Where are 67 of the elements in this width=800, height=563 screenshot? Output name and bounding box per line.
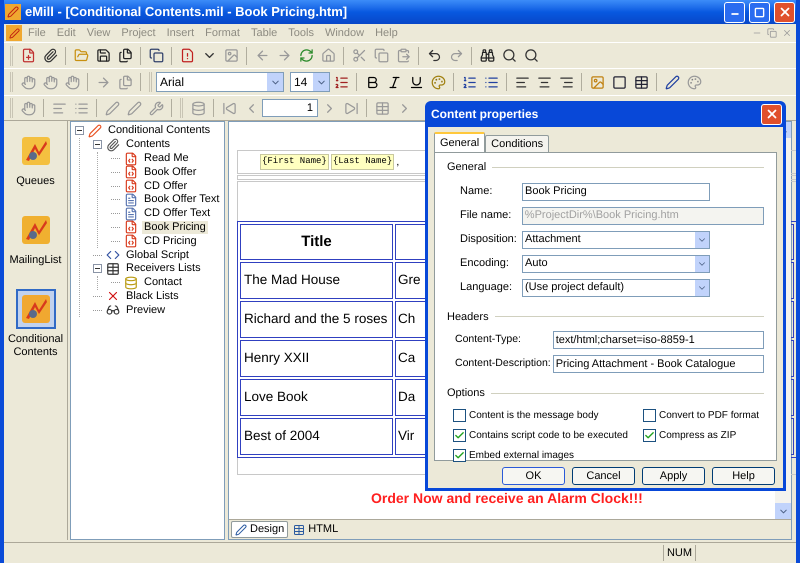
dialog-button[interactable]: Cancel bbox=[572, 467, 635, 485]
window-title: eMill - [Conditional Contents.mil - Book Pricing.htm] bbox=[25, 3, 348, 22]
checkbox-label: Contains script code to be executed bbox=[469, 428, 628, 442]
tree-item[interactable]: Book Offer bbox=[142, 166, 198, 179]
table-cell-text: Ca bbox=[398, 349, 416, 368]
table-header: Title bbox=[240, 224, 393, 260]
input-field[interactable]: Book Pricing bbox=[522, 182, 710, 200]
tree-item[interactable]: CD Pricing bbox=[142, 234, 199, 248]
merge-field[interactable]: {Last Name} bbox=[330, 154, 394, 170]
merge-field[interactable]: {First Name} bbox=[260, 154, 329, 170]
select-field[interactable]: Auto bbox=[522, 254, 710, 272]
select-field[interactable]: (Use project default) bbox=[522, 278, 710, 296]
tree-item[interactable]: Preview bbox=[124, 304, 168, 317]
checkbox-label: Content is the message body bbox=[469, 408, 599, 422]
dialog-tab[interactable]: General bbox=[434, 132, 486, 152]
checkbox-label: Convert to PDF format bbox=[659, 408, 760, 422]
promo-text: Order Now and receive an Alarm Clock!!! bbox=[371, 489, 644, 508]
tree-item[interactable]: Contact bbox=[142, 276, 184, 290]
dialog-title: Content properties bbox=[431, 106, 540, 123]
field-label: Disposition: bbox=[460, 232, 518, 248]
field-label: Language: bbox=[460, 280, 513, 296]
status-indicator: NUM bbox=[662, 544, 696, 562]
tree-item[interactable]: Book Pricing bbox=[142, 220, 208, 234]
dialog-button[interactable]: Apply bbox=[642, 467, 705, 485]
page-field[interactable]: 1 bbox=[262, 99, 318, 117]
shortcut-item[interactable]: Queues bbox=[6, 131, 66, 188]
section-heading: Options bbox=[447, 386, 485, 401]
dialog-button[interactable]: Help bbox=[712, 467, 775, 485]
checkbox-label: Embed external images bbox=[469, 448, 574, 462]
table-cell-text: Ch bbox=[398, 310, 416, 328]
view-tab[interactable]: HTML bbox=[290, 521, 342, 538]
shortcut-item[interactable]: MailingList bbox=[6, 210, 66, 267]
view-tab[interactable]: Design bbox=[231, 521, 288, 538]
field-label: Content-Description: bbox=[455, 356, 552, 372]
field-label: File name: bbox=[460, 208, 512, 224]
section-heading: Headers bbox=[447, 310, 489, 324]
table-cell: Love Book bbox=[240, 379, 393, 416]
size-select[interactable]: 14 bbox=[290, 72, 330, 92]
table-cell: Best of 2004 bbox=[240, 418, 393, 455]
table-cell: Henry XXII bbox=[240, 340, 393, 377]
table-cell-text: Da bbox=[398, 388, 416, 406]
table-cell: Richard and the 5 roses bbox=[240, 301, 393, 338]
font-select[interactable]: Arial bbox=[156, 72, 284, 92]
shortcut-item[interactable]: Conditional Contents bbox=[6, 289, 66, 359]
field-label: Name: bbox=[460, 184, 494, 200]
tree-item[interactable]: Receivers Lists bbox=[124, 262, 203, 276]
tree-item[interactable]: CD Offer Text bbox=[142, 207, 212, 220]
field-label: Content-Type: bbox=[455, 332, 522, 348]
section-heading: General bbox=[447, 160, 486, 175]
tree-item[interactable]: Contents bbox=[124, 138, 172, 152]
tree-item[interactable]: Book Offer Text bbox=[142, 193, 222, 206]
tree-item[interactable]: CD Offer bbox=[142, 180, 190, 193]
dialog-tab[interactable]: Conditions bbox=[485, 135, 550, 152]
select-field[interactable]: Attachment bbox=[522, 230, 710, 248]
checkbox-label: Compress as ZIP bbox=[659, 428, 736, 442]
table-cell-text: Vir bbox=[398, 427, 414, 446]
separator-text: , bbox=[396, 154, 400, 170]
tree-item[interactable]: Conditional Contents bbox=[106, 124, 212, 138]
table-cell-text: Gre bbox=[398, 271, 421, 290]
input-field[interactable]: Pricing Attachment - Book Catalogue bbox=[552, 355, 764, 373]
table-cell: The Mad House bbox=[240, 262, 393, 299]
tree-item[interactable]: Black Lists bbox=[124, 290, 181, 303]
input-field[interactable]: text/html;charset=iso-8859-1 bbox=[552, 331, 764, 349]
field-label: Encoding: bbox=[460, 256, 510, 272]
tree-item[interactable]: Read Me bbox=[142, 152, 191, 165]
dialog-button[interactable]: OK bbox=[502, 467, 565, 485]
tree-item[interactable]: Global Script bbox=[124, 248, 191, 262]
